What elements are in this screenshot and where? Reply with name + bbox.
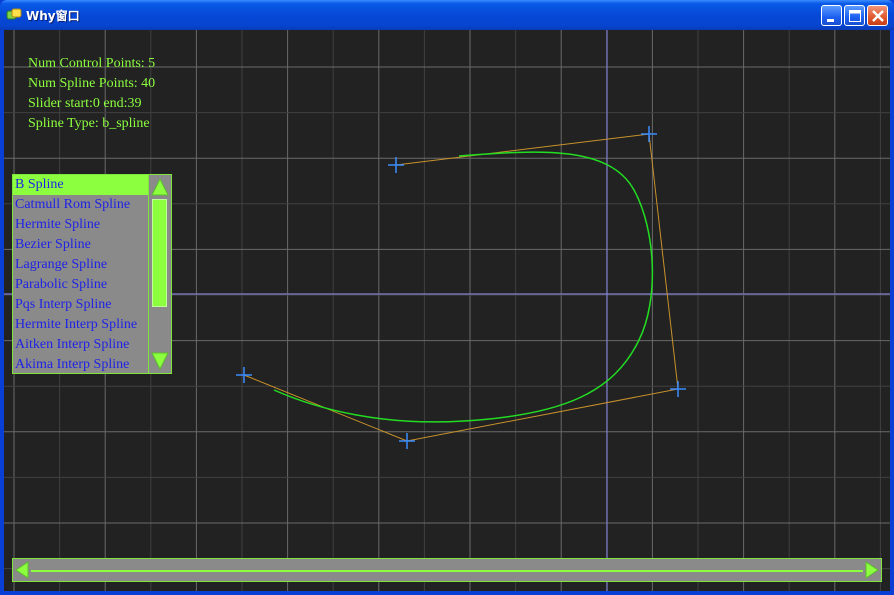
control-point[interactable] — [388, 157, 404, 173]
title-bar[interactable]: Why窗口 — [0, 0, 894, 30]
control-point[interactable] — [236, 367, 252, 383]
scroll-up-icon[interactable] — [151, 177, 169, 197]
spline-list-item[interactable]: Aitken Interp Spline — [13, 335, 150, 355]
num-spline-points: Num Spline Points: 40 — [28, 76, 156, 91]
control-point[interactable] — [399, 433, 415, 449]
close-button[interactable] — [867, 5, 888, 26]
spline-list-item[interactable]: Catmull Rom Spline — [13, 195, 150, 215]
control-point[interactable] — [641, 126, 657, 142]
spline-list-item[interactable]: Parabolic Spline — [13, 275, 150, 295]
spline-list-item[interactable]: B Spline — [13, 175, 150, 195]
scroll-down-icon[interactable] — [151, 351, 169, 371]
num-control-points: Num Control Points: 5 — [28, 56, 156, 71]
list-scrollbar[interactable] — [148, 175, 171, 373]
spline-list-item[interactable]: Bezier Spline — [13, 235, 150, 255]
spline-list-item[interactable]: Hermite Spline — [13, 215, 150, 235]
spline-type-list[interactable]: B Spline Catmull Rom Spline Hermite Spline… — [12, 174, 172, 374]
spline-curve — [273, 151, 654, 423]
window-title: Why窗口 — [26, 9, 80, 23]
app-window: Why窗口 Num Control Points: 5 Num Spline P… — [0, 0, 894, 595]
slider-left-icon[interactable] — [15, 561, 29, 579]
close-icon — [872, 10, 884, 22]
list-scroll-thumb[interactable] — [152, 199, 167, 307]
control-polygon — [243, 133, 679, 442]
spline-list-items: B Spline Catmull Rom Spline Hermite Spline… — [13, 175, 150, 375]
spline-list-item[interactable]: Lagrange Spline — [13, 255, 150, 275]
spline-list-item[interactable]: Hermite Interp Spline — [13, 315, 150, 335]
info-panel: Num Control Points: 5 Num Spline Points:… — [28, 54, 155, 134]
maximize-icon — [849, 10, 861, 22]
range-slider[interactable] — [12, 558, 882, 582]
slider-right-icon[interactable] — [865, 561, 879, 579]
app-icon — [6, 8, 22, 20]
slider-range: Slider start:0 end:39 — [28, 96, 142, 111]
maximize-button[interactable] — [844, 5, 865, 26]
spline-type: Spline Type: b_spline — [28, 116, 150, 131]
spline-list-item[interactable]: Pqs Interp Spline — [13, 295, 150, 315]
slider-track[interactable] — [31, 570, 863, 572]
spline-list-item[interactable]: Akima Interp Spline — [13, 355, 150, 375]
minimize-button[interactable] — [821, 5, 842, 26]
spline-canvas[interactable]: Num Control Points: 5 Num Spline Points:… — [4, 30, 890, 591]
minimize-icon — [827, 19, 834, 22]
control-point[interactable] — [670, 381, 686, 397]
